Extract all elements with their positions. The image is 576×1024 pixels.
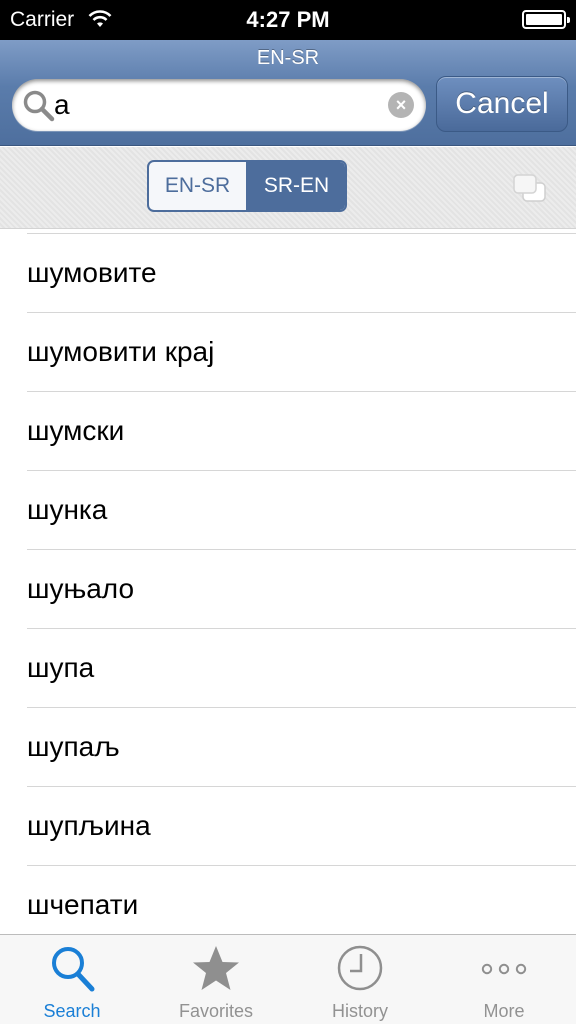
list-item[interactable]: шунка xyxy=(27,470,576,549)
clock-icon xyxy=(337,945,383,991)
tab-label: Search xyxy=(43,1001,101,1021)
status-time: 4:27 PM xyxy=(246,7,330,32)
list-item[interactable]: шупа xyxy=(27,628,576,707)
tab-search[interactable]: Search xyxy=(0,935,144,1024)
search-icon xyxy=(23,90,55,122)
list-item-label: шунка xyxy=(27,494,108,525)
star-icon xyxy=(193,946,239,990)
list-item[interactable]: шупљина xyxy=(27,786,576,865)
list-item[interactable]: шумовити крај xyxy=(27,312,576,391)
tab-label: Favorites xyxy=(178,1001,254,1021)
list-item[interactable]: шупаљ xyxy=(27,707,576,786)
tab-favorites[interactable]: Favorites xyxy=(144,935,288,1024)
tab-label: History xyxy=(331,1001,388,1021)
list-item-label: шумовити крај xyxy=(27,336,215,367)
search-input[interactable] xyxy=(54,87,384,123)
list-item-label: шупљина xyxy=(27,810,151,841)
list-item-label: шуњало xyxy=(27,573,135,604)
direction-segmented-control: EN-SR SR-EN xyxy=(147,160,347,212)
list-item-label: шупаљ xyxy=(27,731,120,762)
swap-language-icon[interactable] xyxy=(512,173,550,207)
list-item[interactable]: шуњало xyxy=(27,549,576,628)
cancel-button[interactable]: Cancel xyxy=(436,76,568,132)
battery-icon xyxy=(522,10,570,29)
list-item-label: шупа xyxy=(27,652,95,683)
list-item[interactable]: шчепати xyxy=(27,865,576,935)
list-item-label: шчепати xyxy=(27,889,139,920)
list-item-label: шумовите xyxy=(27,257,157,288)
tab-more[interactable]: More xyxy=(432,935,576,1024)
list-item[interactable]: шумовите xyxy=(27,233,576,312)
list-item[interactable]: шумски xyxy=(27,391,576,470)
search-icon xyxy=(52,947,95,992)
direction-toolbar: EN-SR SR-EN xyxy=(0,147,576,229)
clear-search-icon[interactable]: × xyxy=(388,92,414,118)
tab-label: More xyxy=(483,1001,525,1021)
list-item-label: шумски xyxy=(27,415,125,446)
segment-sr-en[interactable]: SR-EN xyxy=(248,162,345,210)
results-list: шумовите шумовити крај шумски шунка шуња… xyxy=(0,229,576,935)
tab-bar: Search Favorites History More xyxy=(0,934,576,1024)
more-dots-icon xyxy=(481,963,527,975)
segment-en-sr[interactable]: EN-SR xyxy=(149,162,248,210)
status-bar: Carrier 4:27 PM xyxy=(0,0,576,40)
search-field[interactable]: × xyxy=(12,79,426,131)
navigation-bar: EN-SR × Cancel xyxy=(0,40,576,146)
nav-title: EN-SR xyxy=(256,47,320,69)
tab-history[interactable]: History xyxy=(288,935,432,1024)
